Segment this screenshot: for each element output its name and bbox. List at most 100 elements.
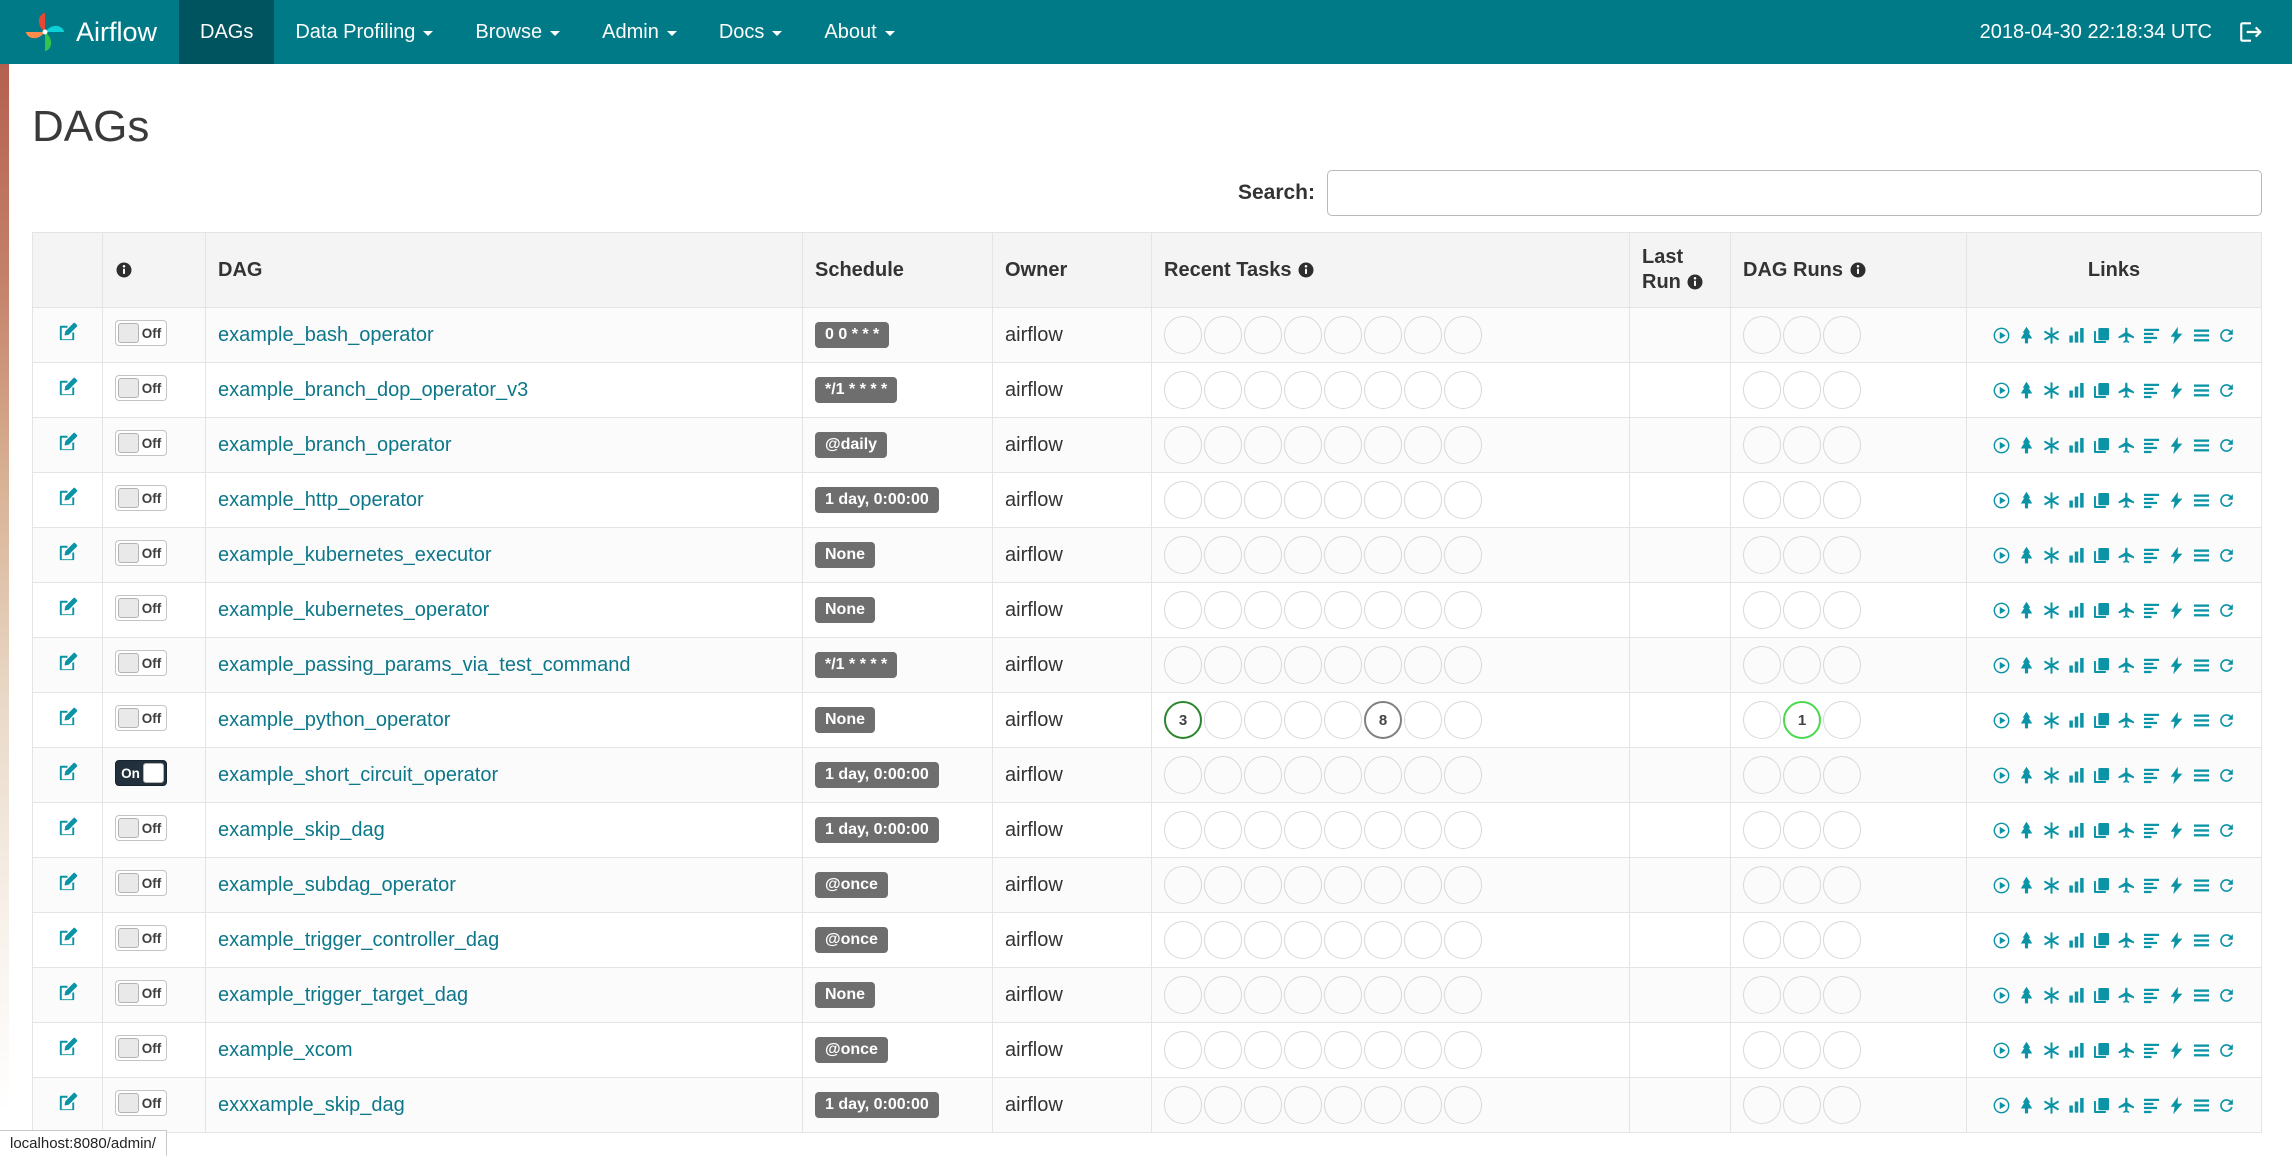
dag-run-circle[interactable] [1823,426,1861,464]
gantt-view-link[interactable] [2142,876,2161,895]
trigger-dag-link[interactable] [1992,821,2011,840]
dag-run-circle[interactable] [1743,866,1781,904]
recent-task-circle[interactable] [1444,1086,1482,1124]
dag-run-circle[interactable] [1823,921,1861,959]
dag-run-circle[interactable] [1783,591,1821,629]
dag-run-circle[interactable] [1823,1031,1861,1069]
refresh-link[interactable] [2217,656,2236,675]
recent-task-circle[interactable] [1444,976,1482,1014]
recent-task-circle[interactable] [1364,591,1402,629]
dag-run-circle[interactable] [1743,701,1781,739]
recent-task-circle[interactable] [1204,1086,1242,1124]
nav-item-docs[interactable]: Docs [698,0,804,64]
recent-task-circle[interactable] [1284,646,1322,684]
recent-task-circle[interactable] [1204,426,1242,464]
code-view-link[interactable] [2167,821,2186,840]
dag-pause-toggle[interactable]: Off [115,704,167,731]
recent-task-circle[interactable] [1364,481,1402,519]
recent-task-circle[interactable] [1444,1031,1482,1069]
recent-task-circle[interactable] [1404,811,1442,849]
nav-item-admin[interactable]: Admin [581,0,698,64]
logs-link[interactable] [2192,491,2211,510]
dag-run-circle[interactable] [1743,1086,1781,1124]
tree-view-link[interactable] [2017,381,2036,400]
task-tries-link[interactable] [2092,766,2111,785]
dag-run-circle[interactable] [1783,866,1821,904]
dag-pause-toggle[interactable]: Off [115,429,167,456]
edit-dag-button[interactable] [56,321,79,344]
recent-task-circle[interactable] [1364,811,1402,849]
recent-task-circle[interactable] [1204,921,1242,959]
recent-task-circle[interactable] [1324,646,1362,684]
recent-task-circle[interactable] [1444,921,1482,959]
recent-task-circle[interactable] [1164,536,1202,574]
tree-view-link[interactable] [2017,491,2036,510]
landing-times-link[interactable] [2117,711,2136,730]
tree-view-link[interactable] [2017,656,2036,675]
tree-view-link[interactable] [2017,601,2036,620]
recent-task-circle[interactable] [1284,316,1322,354]
refresh-link[interactable] [2217,1041,2236,1060]
graph-view-link[interactable] [2042,491,2061,510]
recent-task-circle[interactable] [1244,866,1282,904]
landing-times-link[interactable] [2117,876,2136,895]
recent-task-circle[interactable] [1324,976,1362,1014]
task-tries-link[interactable] [2092,601,2111,620]
dag-run-circle[interactable] [1783,426,1821,464]
task-duration-link[interactable] [2067,766,2086,785]
recent-task-circle[interactable] [1364,1086,1402,1124]
code-view-link[interactable] [2167,381,2186,400]
dag-link[interactable]: example_kubernetes_operator [218,599,489,621]
recent-task-circle[interactable] [1244,976,1282,1014]
recent-task-circle[interactable] [1284,866,1322,904]
dag-run-circle[interactable] [1743,426,1781,464]
trigger-dag-link[interactable] [1992,876,2011,895]
dag-pause-toggle[interactable]: Off [115,539,167,566]
recent-task-circle[interactable] [1404,316,1442,354]
gantt-view-link[interactable] [2142,326,2161,345]
recent-task-circle[interactable] [1324,921,1362,959]
gantt-view-link[interactable] [2142,711,2161,730]
recent-task-circle[interactable] [1324,371,1362,409]
dag-run-circle[interactable] [1823,536,1861,574]
recent-task-circle[interactable] [1284,481,1322,519]
trigger-dag-link[interactable] [1992,766,2011,785]
task-tries-link[interactable] [2092,381,2111,400]
recent-task-circle[interactable] [1444,426,1482,464]
recent-task-circle[interactable] [1284,1031,1322,1069]
recent-task-circle[interactable] [1244,426,1282,464]
landing-times-link[interactable] [2117,986,2136,1005]
edit-dag-button[interactable] [56,541,79,564]
graph-view-link[interactable] [2042,1096,2061,1115]
recent-task-circle[interactable] [1164,646,1202,684]
logs-link[interactable] [2192,711,2211,730]
dag-pause-toggle[interactable]: Off [115,1089,167,1116]
dag-pause-toggle[interactable]: Off [115,484,167,511]
logs-link[interactable] [2192,381,2211,400]
recent-task-circle[interactable] [1204,316,1242,354]
recent-task-circle[interactable] [1164,371,1202,409]
recent-task-circle[interactable] [1444,756,1482,794]
recent-task-circle[interactable] [1444,866,1482,904]
logs-link[interactable] [2192,1096,2211,1115]
recent-task-circle[interactable] [1284,756,1322,794]
edit-dag-button[interactable] [56,871,79,894]
nav-item-data-profiling[interactable]: Data Profiling [274,0,454,64]
dag-pause-toggle[interactable]: Off [115,924,167,951]
landing-times-link[interactable] [2117,656,2136,675]
dag-run-circle[interactable] [1743,591,1781,629]
recent-task-circle[interactable] [1244,591,1282,629]
recent-task-circle[interactable] [1204,1031,1242,1069]
trigger-dag-link[interactable] [1992,656,2011,675]
dag-run-circle[interactable] [1743,976,1781,1014]
gantt-view-link[interactable] [2142,766,2161,785]
dag-run-circle[interactable] [1783,976,1821,1014]
task-duration-link[interactable] [2067,381,2086,400]
recent-task-circle[interactable] [1404,371,1442,409]
recent-task-circle[interactable] [1204,701,1242,739]
recent-task-circle[interactable] [1404,756,1442,794]
dag-link[interactable]: example_branch_dop_operator_v3 [218,379,528,401]
dag-run-circle[interactable] [1823,701,1861,739]
gantt-view-link[interactable] [2142,1096,2161,1115]
logs-link[interactable] [2192,601,2211,620]
